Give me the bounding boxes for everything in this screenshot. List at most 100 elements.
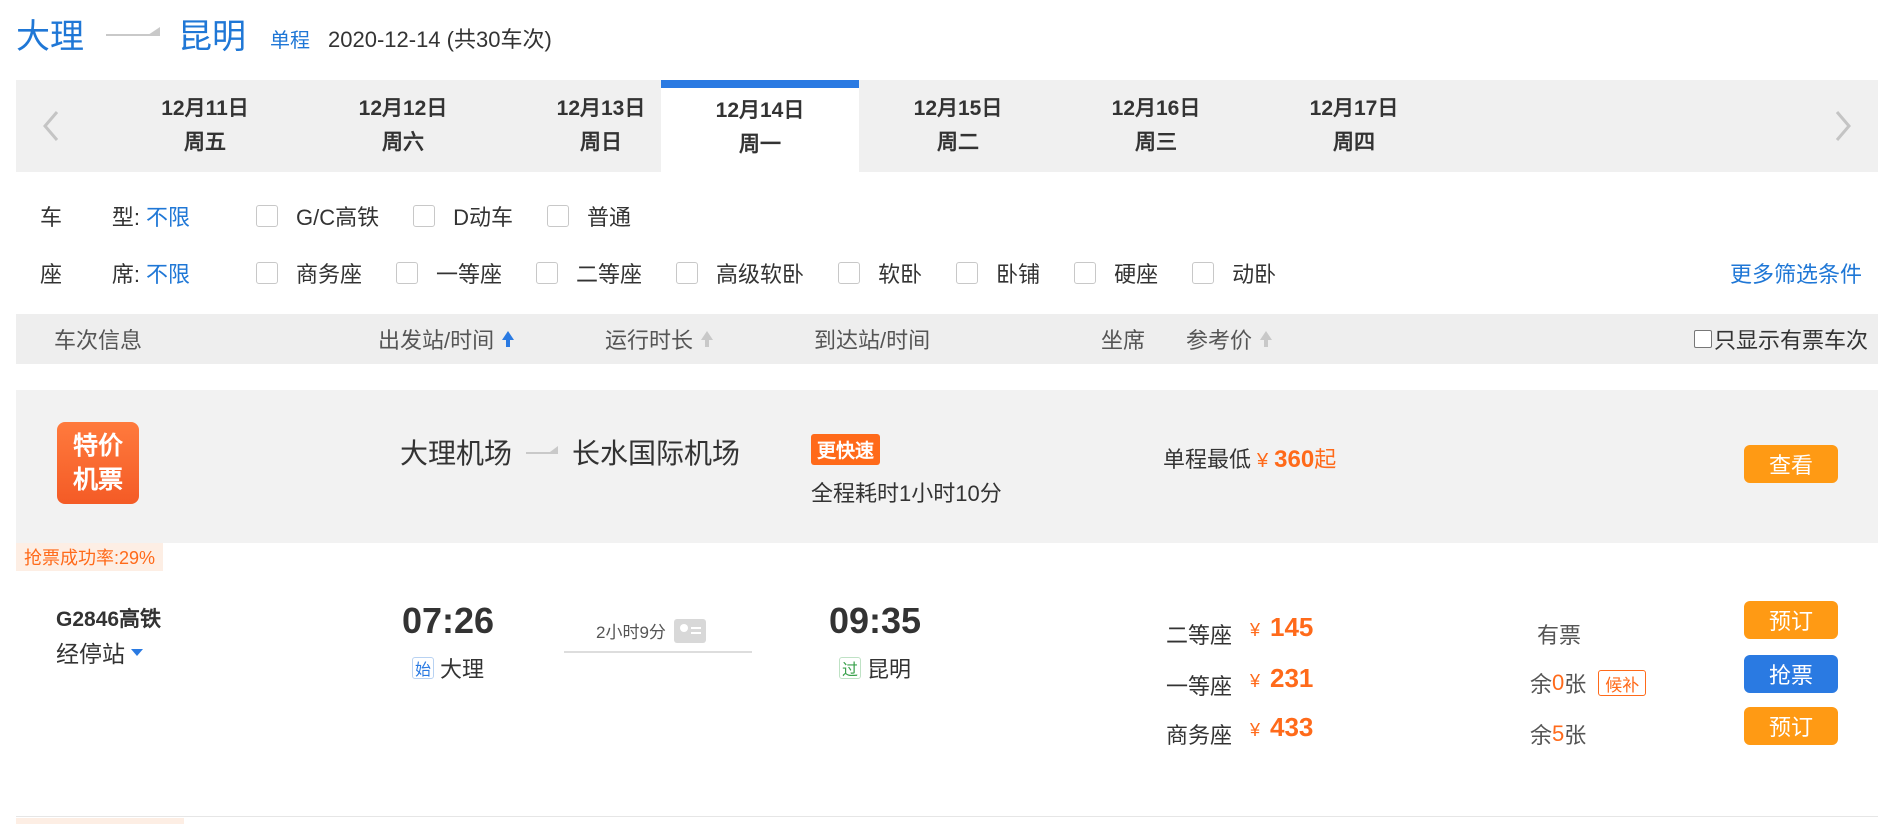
checkbox[interactable] [956,262,979,284]
route-arrow-icon [526,444,559,460]
filter-sleeper[interactable]: 卧铺 [956,257,1040,289]
checkbox-label: 一等座 [436,262,503,287]
filter-soft-sleeper[interactable]: 软卧 [838,257,922,289]
date-tab-weekday: 周日 [580,131,622,154]
col-price-sort[interactable]: 参考价 [1186,314,1273,364]
id-card-icon [673,618,706,643]
col-depart-sort[interactable]: 出发站/时间 [378,314,515,364]
promo-duration: 全程耗时1小时10分 [811,481,1002,506]
book-button[interactable]: 预订 [1744,707,1838,745]
grab-ticket-button[interactable]: 抢票 [1744,655,1838,693]
checkbox[interactable] [413,205,436,227]
checkbox-label: 硬座 [1114,262,1159,287]
sort-icon [701,330,714,347]
col-label: 出发站/时间 [378,328,495,353]
col-duration-sort[interactable]: 运行时长 [605,314,714,364]
waitlist-tag[interactable]: 候补 [1598,670,1647,696]
trip-date-info: 2020-12-14 (共30车次) [328,27,552,52]
avail-text: 有票 [1537,623,1582,648]
train-type-filter: 车 型: 不限 G/C高铁 D动车 普通 [16,196,1878,236]
station-name: 昆明 [867,657,912,682]
to-airport: 长水国际机场 [572,438,741,469]
price-value: 231 [1270,663,1314,693]
filter-d-emu[interactable]: D动车 [413,200,513,232]
checkbox-label: 二等座 [576,262,643,287]
badge-line: 特价 [72,432,123,460]
arrive-station: 过 昆明 [839,652,911,684]
seat-price: ¥433 [1250,712,1313,743]
seat-type-filter: 座 席: 不限 商务座 一等座 二等座 高级软卧 软卧 卧铺 硬座 动卧 更多筛… [16,253,1878,293]
checkbox[interactable] [838,262,861,284]
promo-route: 大理机场 长水国际机场 [400,432,740,472]
checkbox[interactable] [256,262,278,284]
price-prefix: 单程最低 [1163,447,1252,472]
date-tab-1214-active[interactable]: 12月14日 周一 [661,80,859,172]
seat-price: ¥145 [1250,612,1313,643]
next-dates-button[interactable] [1808,80,1878,172]
date-tab-weekday: 周五 [184,131,226,154]
depart-time: 07:26 [402,600,495,641]
chevron-left-icon [43,111,59,141]
seat-name: 商务座 [1166,723,1233,748]
date-tab-weekday: 周一 [739,133,781,156]
date-tab-1216[interactable]: 12月16日 周三 [1057,80,1255,172]
filter-business-seat[interactable]: 商务座 [256,257,362,289]
checkbox[interactable] [547,205,570,227]
from-city[interactable]: 大理 [16,9,84,58]
checkbox[interactable] [676,262,699,284]
avail-suffix: 张 [1564,672,1587,697]
train-number[interactable]: G2846高铁 [56,603,161,633]
date-tab-date: 12月13日 [556,97,646,120]
filter-gc-highspeed[interactable]: G/C高铁 [256,200,379,232]
chevron-down-icon [131,648,143,656]
date-tab-date: 12月11日 [161,97,249,120]
checkbox[interactable] [1074,262,1097,284]
filter-deluxe-soft-sleeper[interactable]: 高级软卧 [676,257,804,289]
price-value: 145 [1270,612,1314,642]
date-tab-1215[interactable]: 12月15日 周二 [859,80,1057,172]
filter-hard-seat[interactable]: 硬座 [1074,257,1158,289]
checkbox-label: 普通 [587,205,632,230]
date-tab-1217[interactable]: 12月17日 周四 [1255,80,1453,172]
yen-sign: ¥ [1257,450,1269,472]
date-tab-weekday: 周二 [937,131,979,154]
date-tab-weekday: 周六 [382,131,424,154]
train-type-label: 车 型: [16,200,146,232]
date-tab-date: 12月15日 [913,97,1003,120]
filter-normal[interactable]: 普通 [547,200,631,232]
checkbox[interactable] [1693,330,1712,348]
next-row-tag [16,818,184,824]
train-type-all[interactable]: 不限 [146,200,256,232]
seat-type-label: 座 席: [16,257,146,289]
seat-type-all[interactable]: 不限 [146,257,256,289]
prev-dates-button[interactable] [16,80,86,172]
checkbox-label: 高级软卧 [716,262,805,287]
checkbox[interactable] [396,262,419,284]
filter-second-class[interactable]: 二等座 [536,257,642,289]
only-available-toggle[interactable]: 只显示有票车次 [1693,314,1868,364]
checkbox[interactable] [1192,262,1215,284]
filter-first-class[interactable]: 一等座 [396,257,502,289]
checkbox-label: 只显示有票车次 [1713,328,1868,353]
stops-toggle[interactable]: 经停站 [56,635,143,669]
date-tab-date: 12月16日 [1111,97,1201,120]
col-label: 运行时长 [605,328,694,353]
checkbox[interactable] [536,262,559,284]
seat-availability: 余0张 候补 [1530,667,1647,699]
checkbox[interactable] [256,205,278,227]
date-tab-date: 12月12日 [358,97,448,120]
faster-tag: 更快速 [811,434,881,465]
avail-count: 5 [1552,721,1565,746]
to-city[interactable]: 昆明 [178,9,246,58]
seat-availability: 余5张 [1530,718,1586,750]
label-part: 车 [40,205,63,230]
view-flight-button[interactable]: 查看 [1744,445,1838,483]
checkbox-label: 动卧 [1232,262,1277,287]
filter-emu-sleeper[interactable]: 动卧 [1192,257,1276,289]
seat-price: ¥231 [1250,663,1313,694]
origin-tag: 始 [412,657,434,679]
col-label: 参考价 [1186,328,1253,353]
checkbox-label: G/C高铁 [296,205,380,230]
more-filters-link[interactable]: 更多筛选条件 [1730,257,1862,289]
book-button[interactable]: 预订 [1744,601,1838,639]
